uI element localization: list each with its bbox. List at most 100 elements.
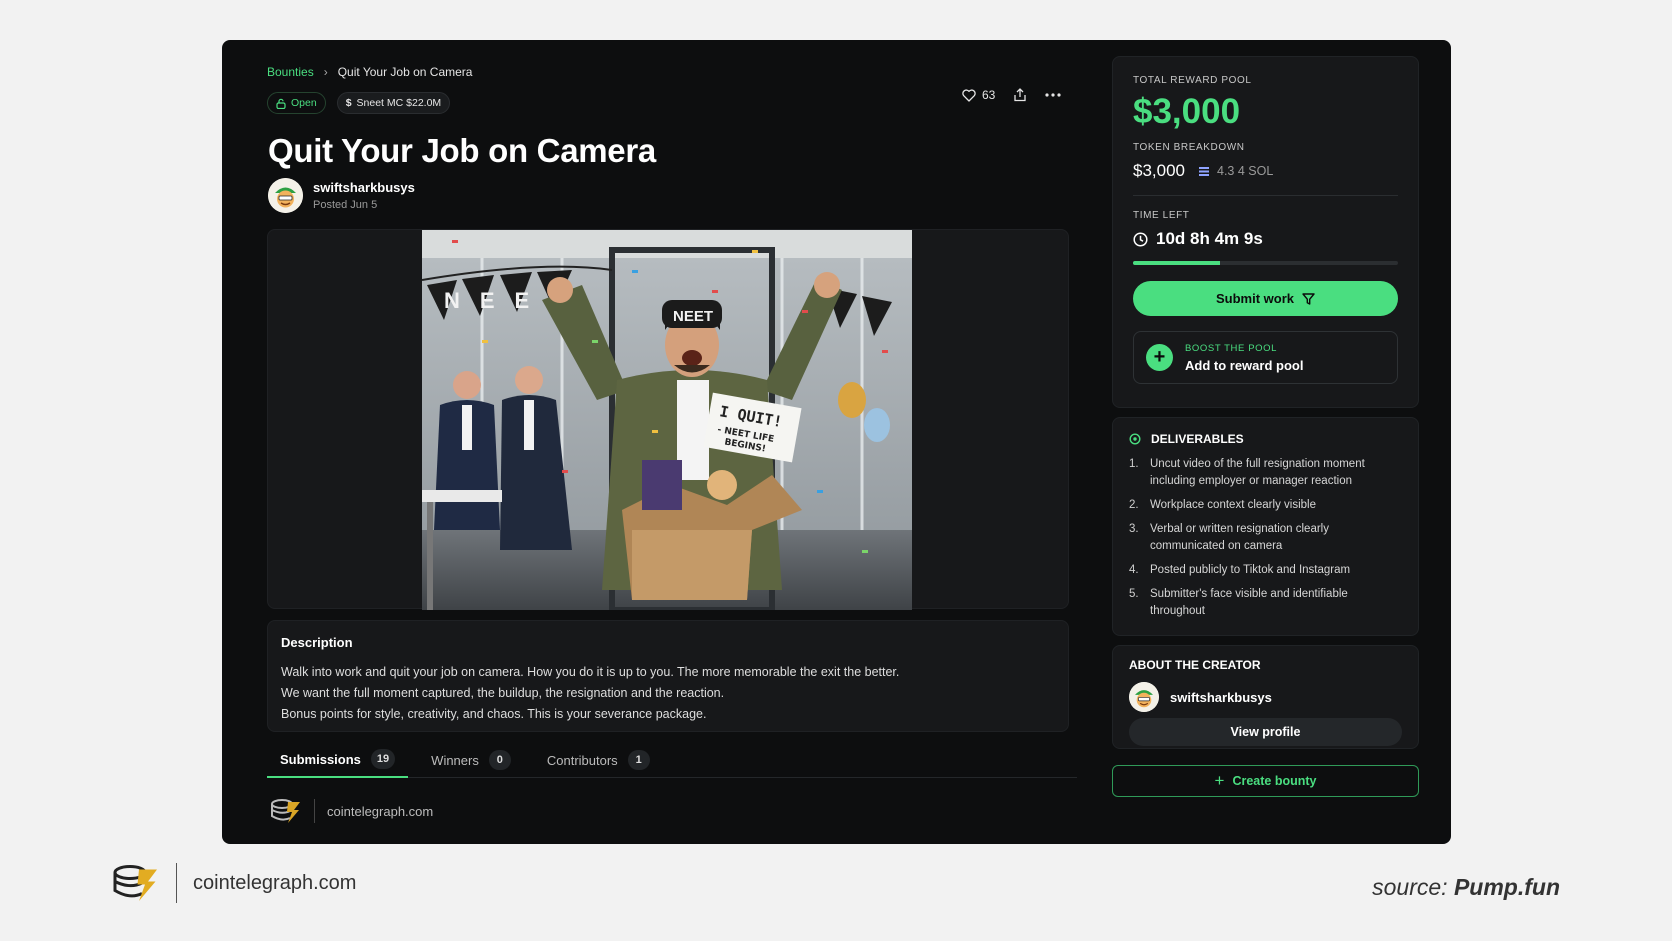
description-line: Bonus points for style, creativity, and … [281, 707, 707, 721]
list-item: 3. Verbal or written resignation clearly … [1129, 521, 1402, 555]
boost-label: BOOST THE POOL [1185, 342, 1277, 354]
list-item: 4. Posted publicly to Tiktok and Instagra… [1129, 562, 1402, 579]
author-name[interactable]: swiftsharkbusys [313, 180, 415, 195]
reward-card: TOTAL REWARD POOL $3,000 TOKEN BREAKDOWN… [1112, 56, 1419, 408]
tab-label: Contributors [546, 752, 618, 768]
item-text: Workplace context clearly visible [1150, 499, 1316, 511]
breadcrumb-bounties-link[interactable]: Bounties [267, 65, 314, 79]
breakdown-sol-value: 4.3 4 SOL [1217, 164, 1274, 178]
deliverables-card: DELIVERABLES 1. Uncut video of the full r… [1112, 417, 1419, 636]
lock-open-icon [276, 98, 286, 109]
item-text: Posted publicly to Tiktok and Instagram [1150, 564, 1351, 576]
status-badge: Open [267, 92, 326, 114]
tab-contributors[interactable]: Contributors 1 [534, 742, 663, 778]
tab-count: 19 [370, 749, 396, 769]
create-bounty-label: Create bounty [1232, 774, 1317, 788]
divider [1133, 195, 1398, 196]
market-cap-label: Sneet MC $22.0M [356, 97, 442, 109]
countdown: 10d 8h 4m 9s [1133, 229, 1398, 249]
time-left-label: TIME LEFT [1133, 210, 1190, 221]
watermark: cointelegraph.com [270, 798, 433, 824]
tab-label: Submissions [280, 751, 361, 767]
creator-card: ABOUT THE CREATOR swiftsharkbusys View p… [1112, 645, 1419, 749]
tab-winners[interactable]: Winners 0 [418, 742, 524, 778]
creator-name[interactable]: swiftsharkbusys [1170, 690, 1272, 705]
watermark-text: cointelegraph.com [327, 803, 434, 819]
breakdown-sol: 4.3 4 SOL [1199, 164, 1273, 178]
cap-text: NEET [673, 308, 713, 325]
submit-work-label: Submit work [1215, 291, 1294, 306]
item-number: 3. [1129, 523, 1139, 535]
item-number: 2. [1129, 499, 1139, 511]
tab-count: 1 [627, 750, 650, 770]
source-credit: source: Pump.fun [1372, 874, 1560, 901]
submit-work-button[interactable]: Submit work [1133, 281, 1398, 316]
token-breakdown-label: TOKEN BREAKDOWN [1133, 142, 1245, 153]
app-window: Bounties › Quit Your Job on Camera Open … [222, 40, 1451, 844]
status-label: Open [291, 97, 317, 109]
token-breakdown: $3,000 4.3 4 SOL [1133, 161, 1398, 181]
posted-date: Posted Jun 5 [313, 199, 378, 211]
description-title: Description [281, 635, 353, 650]
filter-icon [1302, 292, 1315, 305]
item-text: Uncut video of the full resignation mome… [1150, 458, 1365, 487]
reward-amount: $3,000 [1133, 92, 1241, 131]
breadcrumb: Bounties › Quit Your Job on Camera [267, 65, 472, 79]
avatar[interactable] [268, 178, 303, 213]
clock-icon [1133, 231, 1148, 247]
view-profile-button[interactable]: View profile [1129, 718, 1402, 746]
tab-submissions[interactable]: Submissions 19 [267, 742, 409, 778]
avatar[interactable] [1129, 682, 1159, 712]
creator-title: ABOUT THE CREATOR [1129, 658, 1261, 672]
page-title: Quit Your Job on Camera [268, 132, 656, 169]
deliverables-header: DELIVERABLES [1129, 432, 1402, 446]
list-item: 2. Workplace context clearly visible [1129, 497, 1402, 514]
breakdown-usd: $3,000 [1133, 161, 1185, 180]
item-number: 1. [1129, 458, 1139, 470]
target-icon [1129, 433, 1141, 445]
divider [176, 863, 177, 903]
plus-icon: + [1214, 771, 1225, 790]
footer-brand-text: cointelegraph.com [193, 871, 357, 894]
source-prefix: source: [1372, 874, 1448, 900]
cointelegraph-logo-icon [271, 799, 300, 823]
cointelegraph-logo-icon [113, 865, 157, 901]
time-progress-fill [1133, 261, 1221, 265]
item-number: 4. [1129, 564, 1139, 576]
tab-label: Winners [431, 752, 479, 768]
like-button[interactable]: 63 [962, 88, 995, 102]
like-count: 63 [982, 88, 996, 102]
more-icon[interactable] [1045, 93, 1061, 97]
creator-row: swiftsharkbusys [1129, 682, 1402, 712]
author-row: swiftsharkbusys Posted Jun 5 [268, 178, 415, 213]
time-progress-bar [1133, 261, 1398, 265]
description-line: We want the full moment captured, the bu… [281, 686, 725, 700]
description-line: Walk into work and quit your job on came… [281, 665, 900, 679]
list-item: 1. Uncut video of the full resignation mo… [1129, 456, 1402, 490]
dollar-icon: $ [345, 97, 352, 109]
tab-bar: Submissions 19 Winners 0 Contributors 1 [267, 742, 1077, 778]
footer-brand: cointelegraph.com [112, 862, 356, 904]
bounty-image: NEET NEET I QUIT! - NEET LIFE BEGINS! [422, 230, 912, 610]
create-bounty-button[interactable]: + Create bounty [1112, 765, 1419, 797]
media-panel: NEET NEET I QUIT! - NEET LIFE BEGINS! [267, 229, 1069, 610]
description-panel: Description Walk into work and quit your… [267, 620, 1069, 732]
plus-icon: + [1146, 344, 1173, 371]
market-cap-badge: $ Sneet MC $22.0M [336, 92, 451, 114]
item-text: Verbal or written resignation clearly co… [1150, 523, 1329, 552]
source-name: Pump.fun [1453, 874, 1560, 900]
boost-text: Add to reward pool [1185, 357, 1304, 373]
reward-pool-label: TOTAL REWARD POOL [1133, 75, 1252, 86]
share-icon[interactable] [1013, 88, 1027, 102]
breadcrumb-current: Quit Your Job on Camera [337, 65, 473, 79]
add-to-reward-pool-button[interactable]: + BOOST THE POOL Add to reward pool [1133, 331, 1398, 384]
time-left-value: 10d 8h 4m 9s [1156, 229, 1263, 248]
chevron-right-icon: › [323, 65, 328, 79]
badge-row: Open $ Sneet MC $22.0M [267, 92, 451, 114]
deliverables-title: DELIVERABLES [1151, 432, 1244, 446]
list-item: 5. Submitter's face visible and identifia… [1129, 586, 1402, 620]
item-text: Submitter's face visible and identifiabl… [1150, 588, 1348, 617]
heart-icon [962, 88, 976, 102]
solana-icon [1199, 166, 1209, 176]
item-number: 5. [1129, 588, 1139, 600]
